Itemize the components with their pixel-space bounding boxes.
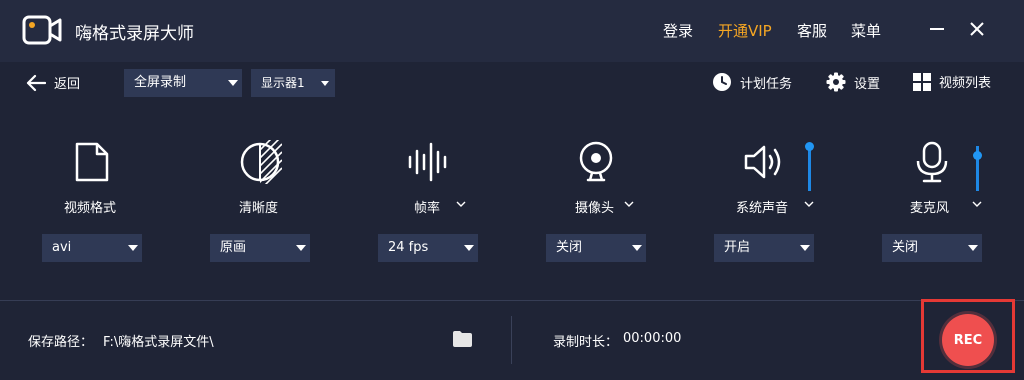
toolbar: 返回 全屏录制 显示器1 计划任务 设置 视频列表 [0,62,1024,106]
camera-logo-icon [22,15,62,45]
slider-knob[interactable] [805,142,814,151]
clarity-label: 清晰度 [239,201,279,216]
file-icon [75,142,109,182]
caret-down-icon [321,81,329,86]
rec-label: REC [953,332,983,348]
waveform-icon [408,142,447,182]
video-list-label: 视频列表 [939,76,992,91]
duration-value: 00:00:00 [623,331,682,346]
caret-down-icon [632,245,642,251]
speaker-icon [744,145,781,179]
caret-down-icon [296,245,306,251]
login-link[interactable]: 登录 [663,20,693,41]
microphone-select[interactable]: 关闭 [882,234,982,262]
caret-down-icon [464,245,474,251]
back-button[interactable]: 返回 [26,73,80,92]
system-sound-label: 系统声音 [736,201,789,216]
close-icon[interactable] [966,18,988,40]
camera-label: 摄像头 [575,201,615,216]
back-label: 返回 [54,77,81,92]
caret-down-icon [128,245,138,251]
video-format-select[interactable]: avi [42,234,142,262]
gear-icon [826,72,846,92]
microphone-icon [916,141,948,183]
title-bar: 嗨格式录屏大师 登录 开通VIP 客服 菜单 [0,0,1024,62]
webcam-icon [579,141,613,182]
video-list-button[interactable]: 视频列表 [913,72,991,91]
caret-down-icon [968,245,978,251]
save-path-value: F:\嗨格式录屏文件\ [103,335,214,350]
chevron-down-icon[interactable] [804,200,814,208]
record-mode-value: 全屏录制 [134,75,187,90]
caret-down-icon [800,245,810,251]
caret-down-icon [228,80,238,86]
save-path-label: 保存路径： [28,335,94,350]
frame-rate-value: 24 fps [388,240,429,255]
microphone-volume-slider[interactable] [973,146,982,191]
system-sound-select[interactable]: 开启 [714,234,814,262]
customer-service-link[interactable]: 客服 [797,20,827,41]
minimize-icon[interactable] [926,18,948,40]
open-vip-link[interactable]: 开通VIP [718,20,772,41]
display-select[interactable]: 显示器1 [251,69,335,97]
menu-link[interactable]: 菜单 [851,20,881,41]
record-mode-select[interactable]: 全屏录制 [124,69,242,97]
video-format-value: avi [52,240,72,255]
chevron-down-icon[interactable] [456,200,466,208]
footer-separator [511,316,512,364]
frame-rate-label: 帧率 [414,201,441,216]
rec-button[interactable]: REC [942,314,994,366]
clock-icon [713,73,731,91]
slider-knob[interactable] [973,151,982,160]
microphone-label: 麦克风 [910,201,950,216]
schedule-task-label: 计划任务 [740,76,793,92]
grid-icon [913,72,931,91]
system-sound-value: 开启 [724,240,751,255]
folder-icon[interactable] [453,331,472,347]
contrast-icon [240,140,282,184]
footer-divider [0,300,1024,301]
arrow-left-icon [26,74,46,91]
camera-select[interactable]: 关闭 [546,234,646,262]
schedule-task-button[interactable]: 计划任务 [712,72,792,92]
chevron-down-icon[interactable] [624,200,634,208]
duration-label: 录制时长： [553,335,619,350]
app-title: 嗨格式录屏大师 [75,24,194,44]
display-value: 显示器1 [261,76,305,90]
settings-button[interactable]: 设置 [826,72,880,92]
microphone-value: 关闭 [892,240,919,255]
clarity-value: 原画 [220,240,247,255]
camera-value: 关闭 [556,240,583,255]
clarity-select[interactable]: 原画 [210,234,310,262]
system-volume-slider[interactable] [805,142,814,191]
frame-rate-select[interactable]: 24 fps [378,234,478,262]
video-format-label: 视频格式 [64,201,117,216]
settings-label: 设置 [854,76,881,92]
chevron-down-icon[interactable] [972,200,982,208]
